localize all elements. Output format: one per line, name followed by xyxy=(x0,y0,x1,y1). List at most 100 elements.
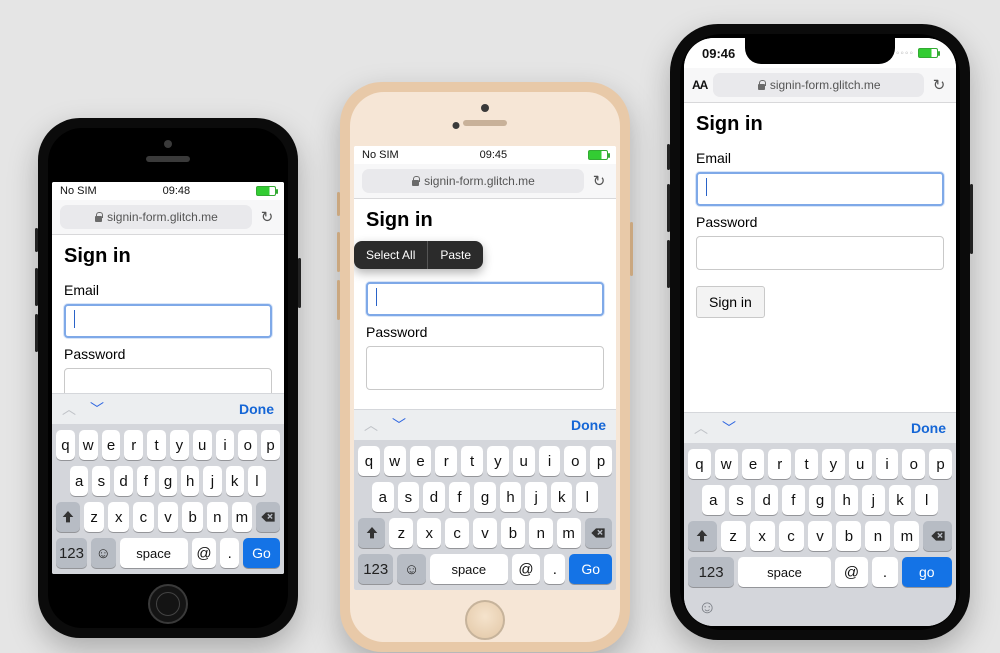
chevron-up-icon[interactable]: ︿ xyxy=(62,399,76,419)
key-at[interactable]: @ xyxy=(835,557,869,587)
key-t[interactable]: t xyxy=(147,430,166,460)
key-l[interactable]: l xyxy=(576,482,598,512)
space-key[interactable]: space xyxy=(120,538,188,568)
key-f[interactable]: f xyxy=(449,482,471,512)
chevron-up-icon[interactable]: ︿ xyxy=(364,415,378,435)
key-q[interactable]: q xyxy=(56,430,75,460)
key-v[interactable]: v xyxy=(473,518,497,548)
key-u[interactable]: u xyxy=(513,446,535,476)
key-x[interactable]: x xyxy=(108,502,129,532)
key-z[interactable]: z xyxy=(84,502,105,532)
space-key[interactable]: space xyxy=(430,554,508,584)
key-s[interactable]: s xyxy=(92,466,110,496)
shift-key[interactable] xyxy=(56,502,80,532)
email-field[interactable] xyxy=(64,304,272,338)
key-p[interactable]: p xyxy=(590,446,612,476)
key-b[interactable]: b xyxy=(501,518,525,548)
browser-url-bar[interactable]: signin-form.glitch.me ↻ xyxy=(354,164,616,199)
key-d[interactable]: d xyxy=(423,482,445,512)
key-d[interactable]: d xyxy=(755,485,778,515)
key-y[interactable]: y xyxy=(822,449,845,479)
key-123[interactable]: 123 xyxy=(688,557,734,587)
keyboard-done-button[interactable]: Done xyxy=(911,420,946,436)
key-h[interactable]: h xyxy=(835,485,858,515)
submit-button[interactable]: Sign in xyxy=(696,286,765,318)
chevron-down-icon[interactable]: ﹀ xyxy=(722,418,736,438)
text-size-button[interactable]: AA xyxy=(692,78,707,92)
url-pill[interactable]: signin-form.glitch.me xyxy=(362,169,584,193)
key-a[interactable]: a xyxy=(372,482,394,512)
key-p[interactable]: p xyxy=(929,449,952,479)
email-field[interactable] xyxy=(696,172,944,206)
key-j[interactable]: j xyxy=(525,482,547,512)
key-c[interactable]: c xyxy=(445,518,469,548)
reload-icon[interactable]: ↻ xyxy=(258,208,276,226)
key-t[interactable]: t xyxy=(795,449,818,479)
url-pill[interactable]: signin-form.glitch.me xyxy=(713,73,924,97)
key-m[interactable]: m xyxy=(894,521,919,551)
key-w[interactable]: w xyxy=(715,449,738,479)
key-i[interactable]: i xyxy=(539,446,561,476)
key-s[interactable]: s xyxy=(729,485,752,515)
home-button[interactable] xyxy=(148,584,188,624)
home-button[interactable] xyxy=(465,600,505,640)
go-key[interactable]: go xyxy=(902,557,952,587)
emoji-key[interactable]: ☺ xyxy=(698,597,716,618)
menu-select-all[interactable]: Select All xyxy=(354,241,427,269)
key-x[interactable]: x xyxy=(417,518,441,548)
key-s[interactable]: s xyxy=(398,482,420,512)
key-o[interactable]: o xyxy=(564,446,586,476)
key-f[interactable]: f xyxy=(137,466,155,496)
key-dot[interactable]: . xyxy=(872,557,897,587)
key-w[interactable]: w xyxy=(79,430,98,460)
emoji-key[interactable]: ☺ xyxy=(91,538,116,568)
keyboard-done-button[interactable]: Done xyxy=(571,417,606,433)
key-m[interactable]: m xyxy=(232,502,253,532)
reload-icon[interactable]: ↻ xyxy=(930,76,948,94)
go-key[interactable]: Go xyxy=(569,554,612,584)
key-f[interactable]: f xyxy=(782,485,805,515)
key-a[interactable]: a xyxy=(702,485,725,515)
key-y[interactable]: y xyxy=(170,430,189,460)
key-at[interactable]: @ xyxy=(192,538,217,568)
reload-icon[interactable]: ↻ xyxy=(590,172,608,190)
key-t[interactable]: t xyxy=(461,446,483,476)
key-j[interactable]: j xyxy=(203,466,221,496)
menu-paste[interactable]: Paste xyxy=(427,241,483,269)
key-h[interactable]: h xyxy=(181,466,199,496)
backspace-key[interactable] xyxy=(923,521,952,551)
key-l[interactable]: l xyxy=(248,466,266,496)
key-o[interactable]: o xyxy=(238,430,257,460)
key-123[interactable]: 123 xyxy=(56,538,87,568)
key-k[interactable]: k xyxy=(551,482,573,512)
key-q[interactable]: q xyxy=(358,446,380,476)
key-dot[interactable]: . xyxy=(544,554,565,584)
password-field[interactable] xyxy=(696,236,944,270)
key-c[interactable]: c xyxy=(133,502,154,532)
browser-url-bar[interactable]: AA signin-form.glitch.me ↻ xyxy=(684,68,956,103)
backspace-key[interactable] xyxy=(256,502,280,532)
key-c[interactable]: c xyxy=(779,521,804,551)
key-at[interactable]: @ xyxy=(512,554,540,584)
key-i[interactable]: i xyxy=(216,430,235,460)
key-123[interactable]: 123 xyxy=(358,554,393,584)
password-field[interactable] xyxy=(366,346,604,390)
space-key[interactable]: space xyxy=(738,557,830,587)
key-e[interactable]: e xyxy=(742,449,765,479)
chevron-down-icon[interactable]: ﹀ xyxy=(90,399,104,419)
key-z[interactable]: z xyxy=(389,518,413,548)
go-key[interactable]: Go xyxy=(243,538,280,568)
key-k[interactable]: k xyxy=(226,466,244,496)
key-l[interactable]: l xyxy=(915,485,938,515)
key-v[interactable]: v xyxy=(808,521,833,551)
key-n[interactable]: n xyxy=(529,518,553,548)
key-q[interactable]: q xyxy=(688,449,711,479)
key-r[interactable]: r xyxy=(124,430,143,460)
key-w[interactable]: w xyxy=(384,446,406,476)
key-g[interactable]: g xyxy=(809,485,832,515)
key-m[interactable]: m xyxy=(557,518,581,548)
key-z[interactable]: z xyxy=(721,521,746,551)
key-n[interactable]: n xyxy=(865,521,890,551)
key-g[interactable]: g xyxy=(159,466,177,496)
key-k[interactable]: k xyxy=(889,485,912,515)
